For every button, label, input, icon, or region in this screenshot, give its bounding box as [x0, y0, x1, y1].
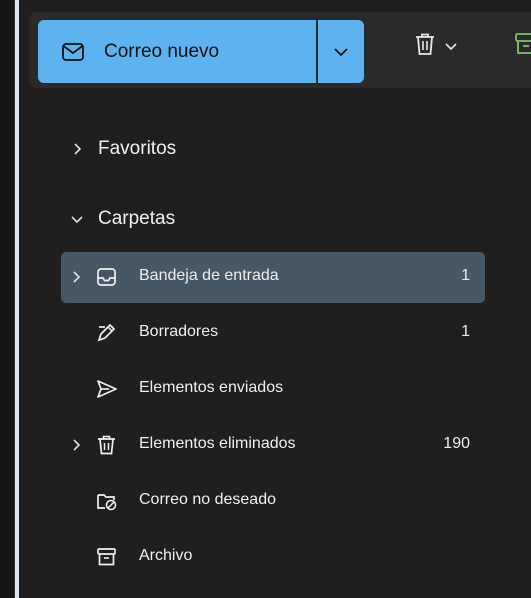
folder-label: Elementos eliminados — [139, 435, 296, 452]
delete-button[interactable] — [414, 32, 436, 56]
unread-count: 1 — [461, 267, 470, 284]
chevron-right-icon — [70, 142, 84, 156]
chevron-down-icon — [334, 47, 348, 57]
inbox-icon — [96, 267, 118, 287]
trash-icon — [414, 32, 436, 56]
trash-icon — [96, 435, 118, 455]
folder-sent[interactable]: Elementos enviados — [61, 364, 485, 415]
chevron-right-icon[interactable] — [71, 438, 83, 452]
folder-label: Elementos enviados — [139, 379, 284, 396]
folder-label: Archivo — [139, 547, 193, 564]
favorites-label: Favoritos — [98, 138, 177, 159]
folder-deleted[interactable]: Elementos eliminados 190 — [61, 420, 485, 471]
folder-drafts[interactable]: Borradores 1 — [61, 308, 485, 359]
archive-icon — [515, 32, 531, 56]
drafts-icon — [96, 323, 118, 343]
new-mail-dropdown-button[interactable] — [318, 20, 364, 83]
folder-archive[interactable]: Archivo — [61, 532, 485, 583]
chevron-down-icon — [445, 43, 457, 51]
folder-label: Correo no deseado — [139, 491, 276, 508]
unread-count: 190 — [443, 435, 470, 452]
unread-count: 1 — [461, 323, 470, 340]
send-icon — [96, 379, 118, 399]
junk-icon — [96, 491, 118, 511]
folders-section[interactable]: Carpetas — [70, 208, 175, 230]
new-mail-label: Correo nuevo — [104, 40, 220, 62]
left-edge — [0, 0, 15, 598]
mail-icon — [62, 42, 84, 61]
folder-label: Bandeja de entrada — [139, 267, 279, 284]
delete-dropdown-button[interactable] — [445, 43, 457, 51]
folder-junk[interactable]: Correo no deseado — [61, 476, 485, 527]
folder-inbox[interactable]: Bandeja de entrada 1 — [61, 252, 485, 303]
folder-label: Borradores — [139, 323, 219, 340]
archive-icon — [96, 547, 118, 567]
favorites-section[interactable]: Favoritos — [70, 138, 176, 160]
folders-label: Carpetas — [98, 208, 176, 229]
archive-button[interactable] — [515, 32, 531, 56]
new-mail-button[interactable]: Correo nuevo — [38, 20, 316, 83]
chevron-right-icon[interactable] — [71, 270, 83, 284]
chevron-down-icon — [70, 212, 84, 226]
